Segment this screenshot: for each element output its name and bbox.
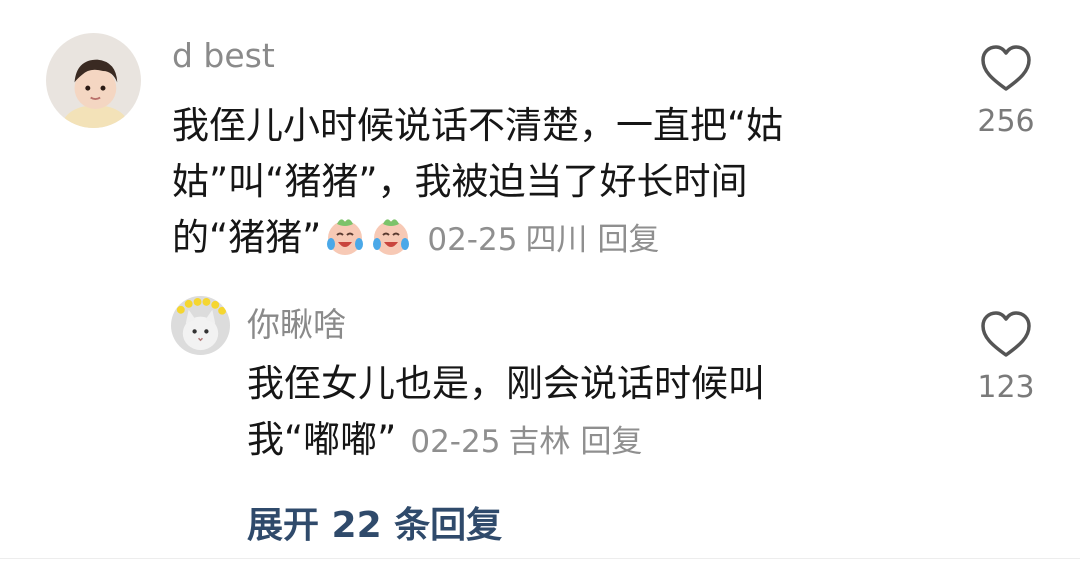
comment-text-line: 的“猪猪”: [172, 216, 322, 259]
like-count: 256: [977, 104, 1035, 139]
like-button[interactable]: 256: [966, 42, 1046, 139]
expand-replies-button[interactable]: 展开 22 条回复: [247, 496, 502, 548]
comment-text-line: 姑”叫“猪猪”，我被迫当了好长时间: [172, 160, 748, 203]
reply-location: 吉林: [508, 424, 571, 460]
reply-meta: 02-25 吉林: [410, 424, 570, 460]
reply-like-button[interactable]: 123: [966, 308, 1046, 405]
comment-location: 四川: [525, 222, 588, 258]
comment-text-line-last: 的“猪猪” 02-25 四川 回复: [172, 210, 952, 268]
reply-text-line-last: 我“嘟嘟” 02-25 吉林 回复: [247, 412, 897, 470]
comment-text-line: 我侄儿小时候说话不清楚，一直把“姑: [172, 104, 784, 147]
reply-text: 我侄女儿也是，刚会说话时候叫 我“嘟嘟” 02-25 吉林 回复: [247, 356, 897, 470]
reply-username[interactable]: 你瞅啥: [247, 298, 346, 346]
comment-text: 我侄儿小时候说话不清楚，一直把“姑 姑”叫“猪猪”，我被迫当了好长时间 的“猪猪…: [172, 98, 952, 268]
comment-date: 02-25: [427, 222, 518, 258]
reply-date: 02-25: [410, 424, 501, 460]
avatar[interactable]: [46, 33, 141, 128]
reply-avatar[interactable]: [171, 296, 230, 355]
child-avatar-image: [46, 33, 141, 128]
reply-text-line: 我“嘟嘟”: [247, 418, 397, 461]
crying-laughing-emoji-icon: [323, 214, 367, 258]
comment-meta: 02-25 四川: [427, 222, 587, 258]
heart-icon: [981, 311, 1031, 357]
heart-icon: [981, 45, 1031, 91]
reply-like-count: 123: [977, 370, 1035, 405]
crying-laughing-emoji-icon: [369, 214, 413, 258]
reply-reply-button[interactable]: 回复: [580, 424, 642, 460]
cat-avatar-image: [171, 296, 230, 355]
reply-button[interactable]: 回复: [597, 222, 659, 258]
reply-text-line: 我侄女儿也是，刚会说话时候叫: [247, 362, 765, 405]
comment-username[interactable]: d best: [172, 36, 275, 75]
divider: [0, 558, 1080, 559]
